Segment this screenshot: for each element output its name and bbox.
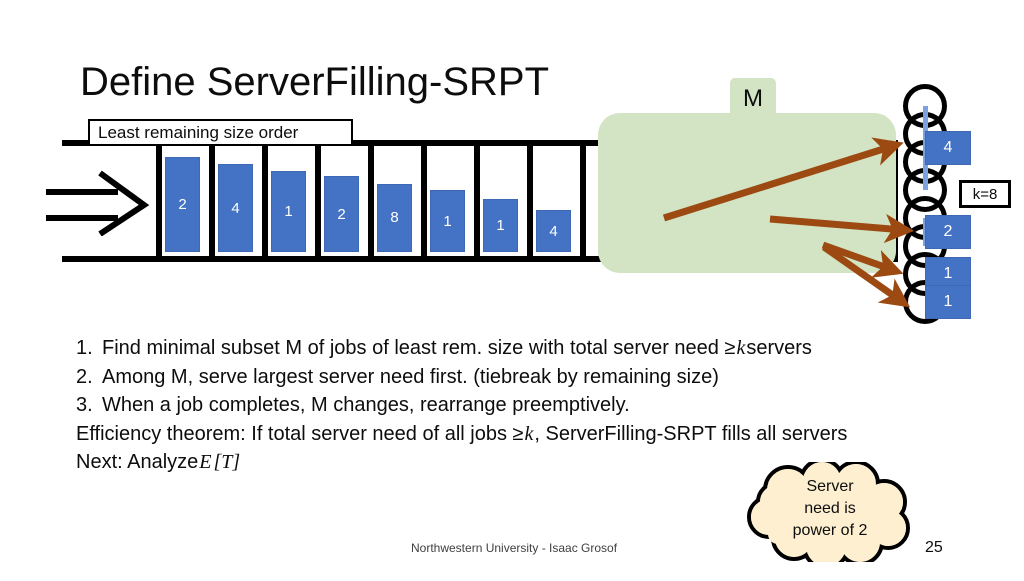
next-text-pre: Next: Analyze (76, 451, 199, 473)
step-1-text-post: servers (746, 337, 812, 359)
step-3: 3. When a job completes, M changes, rear… (76, 391, 1006, 420)
next-math-t: [T] (213, 451, 241, 473)
queue-job-box: 8 (377, 183, 412, 252)
queue-job-box: 4 (218, 164, 253, 252)
theorem-text-post: , ServerFilling-SRPT fills all servers (534, 422, 848, 445)
queue-job-box: 2 (324, 176, 359, 252)
queue-job-box: 1 (483, 199, 518, 252)
slide-canvas: Define ServerFilling-SRPT M Least remain… (0, 0, 1024, 576)
step-2-text-pre: Among M, serve largest server need first… (102, 365, 719, 388)
queue-job-box: 1 (430, 190, 465, 252)
step-1-math: k (736, 337, 746, 359)
cloud-callout-text: Server need is power of 2 (744, 476, 916, 542)
algorithm-steps: 1. Find minimal subset M of jobs of leas… (76, 334, 1006, 477)
page-title: Define ServerFilling-SRPT (80, 60, 550, 104)
m-subset-region (598, 113, 896, 273)
efficiency-theorem: Efficiency theorem: If total server need… (76, 420, 1006, 449)
step-1-number: 1. (76, 337, 93, 359)
footer-credit: Northwestern University - Isaac Grosof (411, 541, 618, 555)
k-value-box: k=8 (959, 180, 1011, 208)
queue-order-label: Least remaining size order (88, 119, 353, 146)
queue-job-box: 1 (271, 170, 306, 252)
server-job-box: 1 (925, 285, 971, 319)
step-3-number: 3. (76, 394, 93, 416)
cloud-line-2: need is (804, 500, 856, 517)
step-2: 2. Among M, serve largest server need fi… (76, 363, 1006, 392)
theorem-text-pre: Efficiency theorem: If total server need… (76, 422, 524, 445)
queue-job-box: 4 (536, 210, 571, 252)
step-1-text-pre: Find minimal subset M of jobs of least r… (102, 337, 736, 359)
server-job-box: 2 (925, 215, 971, 249)
cloud-line-1: Server (806, 478, 854, 495)
server-stack: 4211 (903, 84, 971, 324)
queue-job-box: 2 (165, 157, 200, 252)
cloud-line-3: power of 2 (792, 522, 868, 539)
next-math-e: E (199, 451, 212, 473)
server-job-box: 4 (925, 131, 971, 165)
theorem-math: k (524, 422, 534, 445)
m-subset-tab-label: M (730, 78, 776, 120)
step-2-number: 2. (76, 365, 93, 388)
step-3-text-pre: When a job completes, M changes, rearran… (102, 394, 630, 416)
step-1: 1. Find minimal subset M of jobs of leas… (76, 334, 1006, 363)
footer-page-number: 25 (925, 539, 943, 556)
